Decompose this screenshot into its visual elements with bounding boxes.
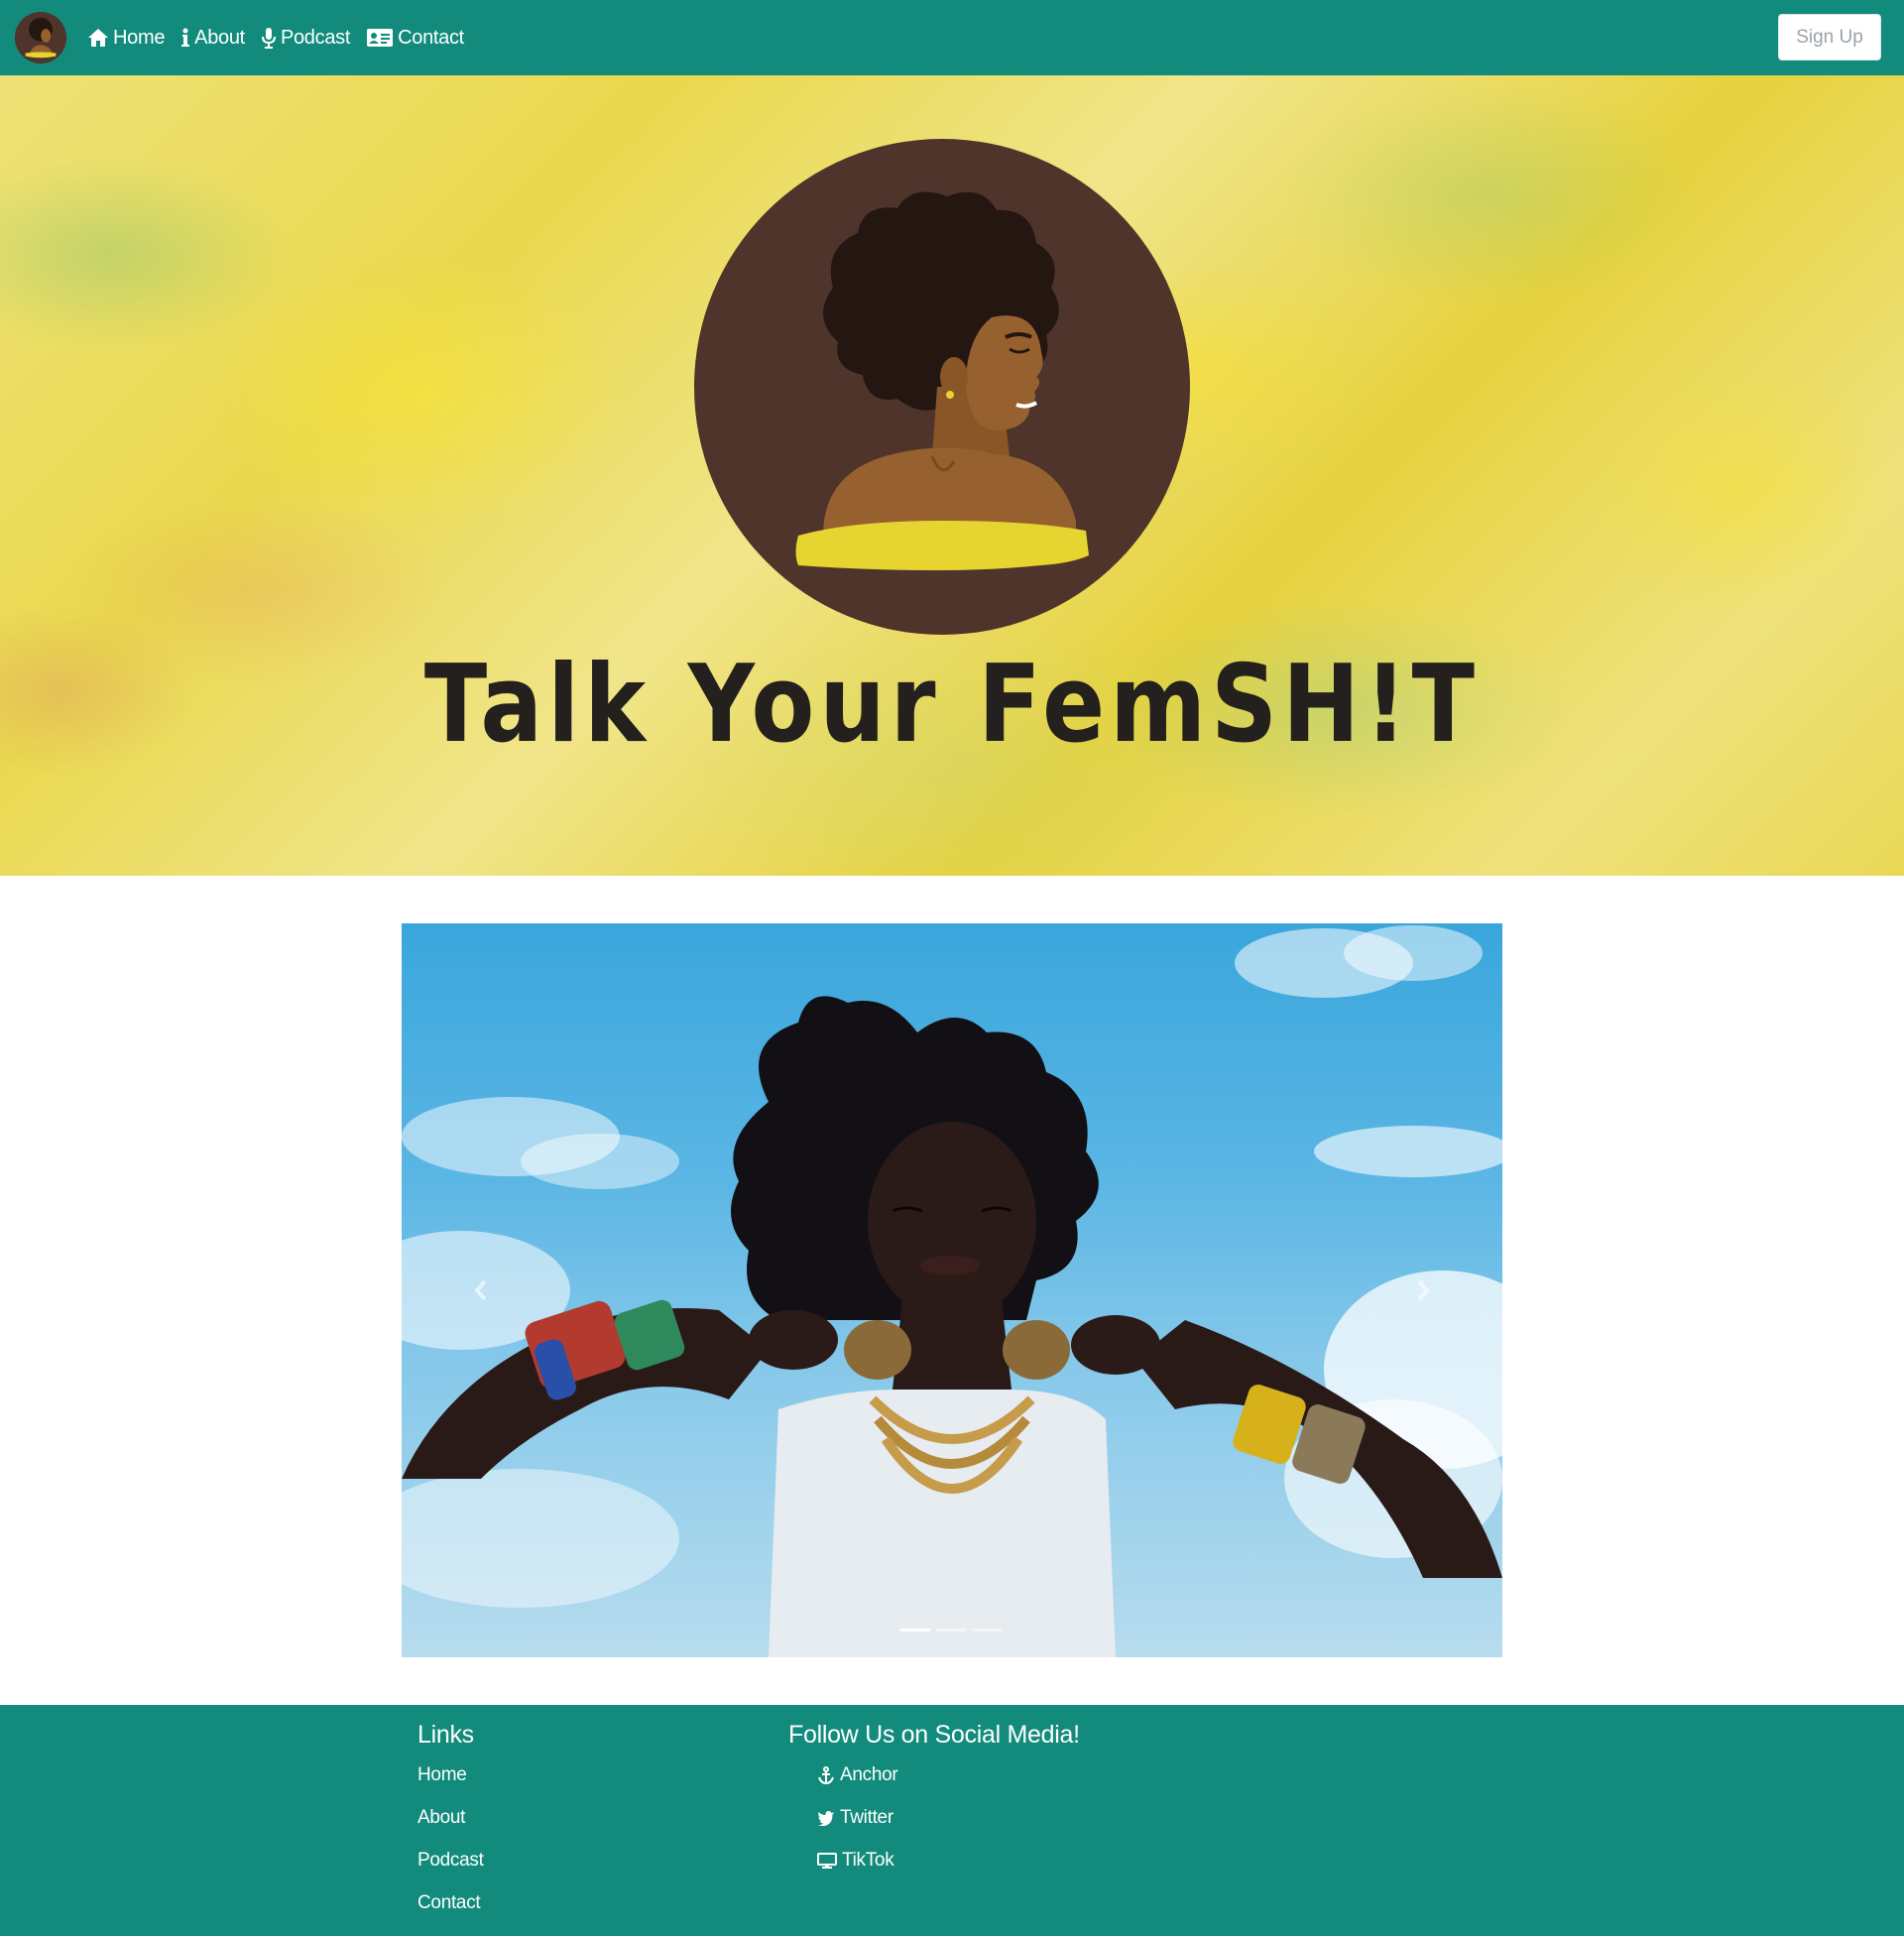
- chevron-left-icon: [474, 1279, 487, 1301]
- footer-home-link[interactable]: Home: [417, 1764, 467, 1786]
- footer-contact-link[interactable]: Contact: [417, 1892, 481, 1914]
- hero-title: Talk Your FemSH!T: [423, 643, 1481, 767]
- nav-links: Home About Podcast Contact: [87, 0, 464, 75]
- footer-social-heading: Follow Us on Social Media!: [788, 1721, 1080, 1749]
- twitter-icon: [818, 1811, 834, 1826]
- carousel-indicator-1[interactable]: [900, 1629, 930, 1632]
- nav-podcast-label: Podcast: [280, 26, 351, 49]
- image-carousel: [402, 923, 1502, 1657]
- address-card-icon: [367, 29, 394, 47]
- sign-up-button[interactable]: Sign Up: [1778, 14, 1881, 60]
- nav-about-label: About: [194, 26, 245, 49]
- nav-home-link[interactable]: Home: [87, 27, 165, 50]
- chevron-right-icon: [1417, 1279, 1430, 1301]
- footer-links-heading: Links: [417, 1721, 474, 1749]
- footer: Links Home About Podcast Contact Follow …: [0, 1705, 1904, 1936]
- footer-podcast-link[interactable]: Podcast: [417, 1850, 484, 1872]
- footer-tiktok-label: TikTok: [842, 1850, 894, 1871]
- carousel-indicator-3[interactable]: [972, 1629, 1002, 1632]
- nav-contact-link[interactable]: Contact: [366, 27, 464, 50]
- carousel-indicators: [900, 1629, 1002, 1632]
- nav-home-label: Home: [113, 26, 166, 49]
- footer-twitter-link[interactable]: Twitter: [817, 1807, 893, 1829]
- footer-anchor-link[interactable]: Anchor: [817, 1764, 898, 1786]
- footer-twitter-label: Twitter: [840, 1807, 893, 1828]
- nav-about-link[interactable]: About: [180, 27, 245, 50]
- hero-banner: Talk Your FemSH!T: [0, 75, 1904, 876]
- microphone-icon: [261, 28, 276, 49]
- carousel-indicator-2[interactable]: [936, 1629, 966, 1632]
- carousel-next-button[interactable]: [1393, 1261, 1453, 1320]
- carousel-photo: [402, 925, 1502, 1657]
- footer-tiktok-link[interactable]: TikTok: [817, 1850, 894, 1872]
- desktop-icon: [817, 1853, 837, 1869]
- logo-avatar-icon: [15, 12, 66, 63]
- carousel-prev-button[interactable]: [451, 1261, 511, 1320]
- home-icon: [88, 29, 108, 47]
- anchor-icon: [818, 1766, 834, 1784]
- navbar: Home About Podcast Contact Sign Up: [0, 0, 1904, 75]
- footer-about-link[interactable]: About: [417, 1807, 465, 1829]
- brand-logo[interactable]: [15, 12, 66, 63]
- info-icon: [181, 28, 190, 47]
- footer-anchor-label: Anchor: [840, 1764, 898, 1785]
- nav-contact-label: Contact: [398, 26, 464, 49]
- nav-podcast-link[interactable]: Podcast: [261, 27, 350, 50]
- woman-profile-illustration: [694, 139, 1190, 635]
